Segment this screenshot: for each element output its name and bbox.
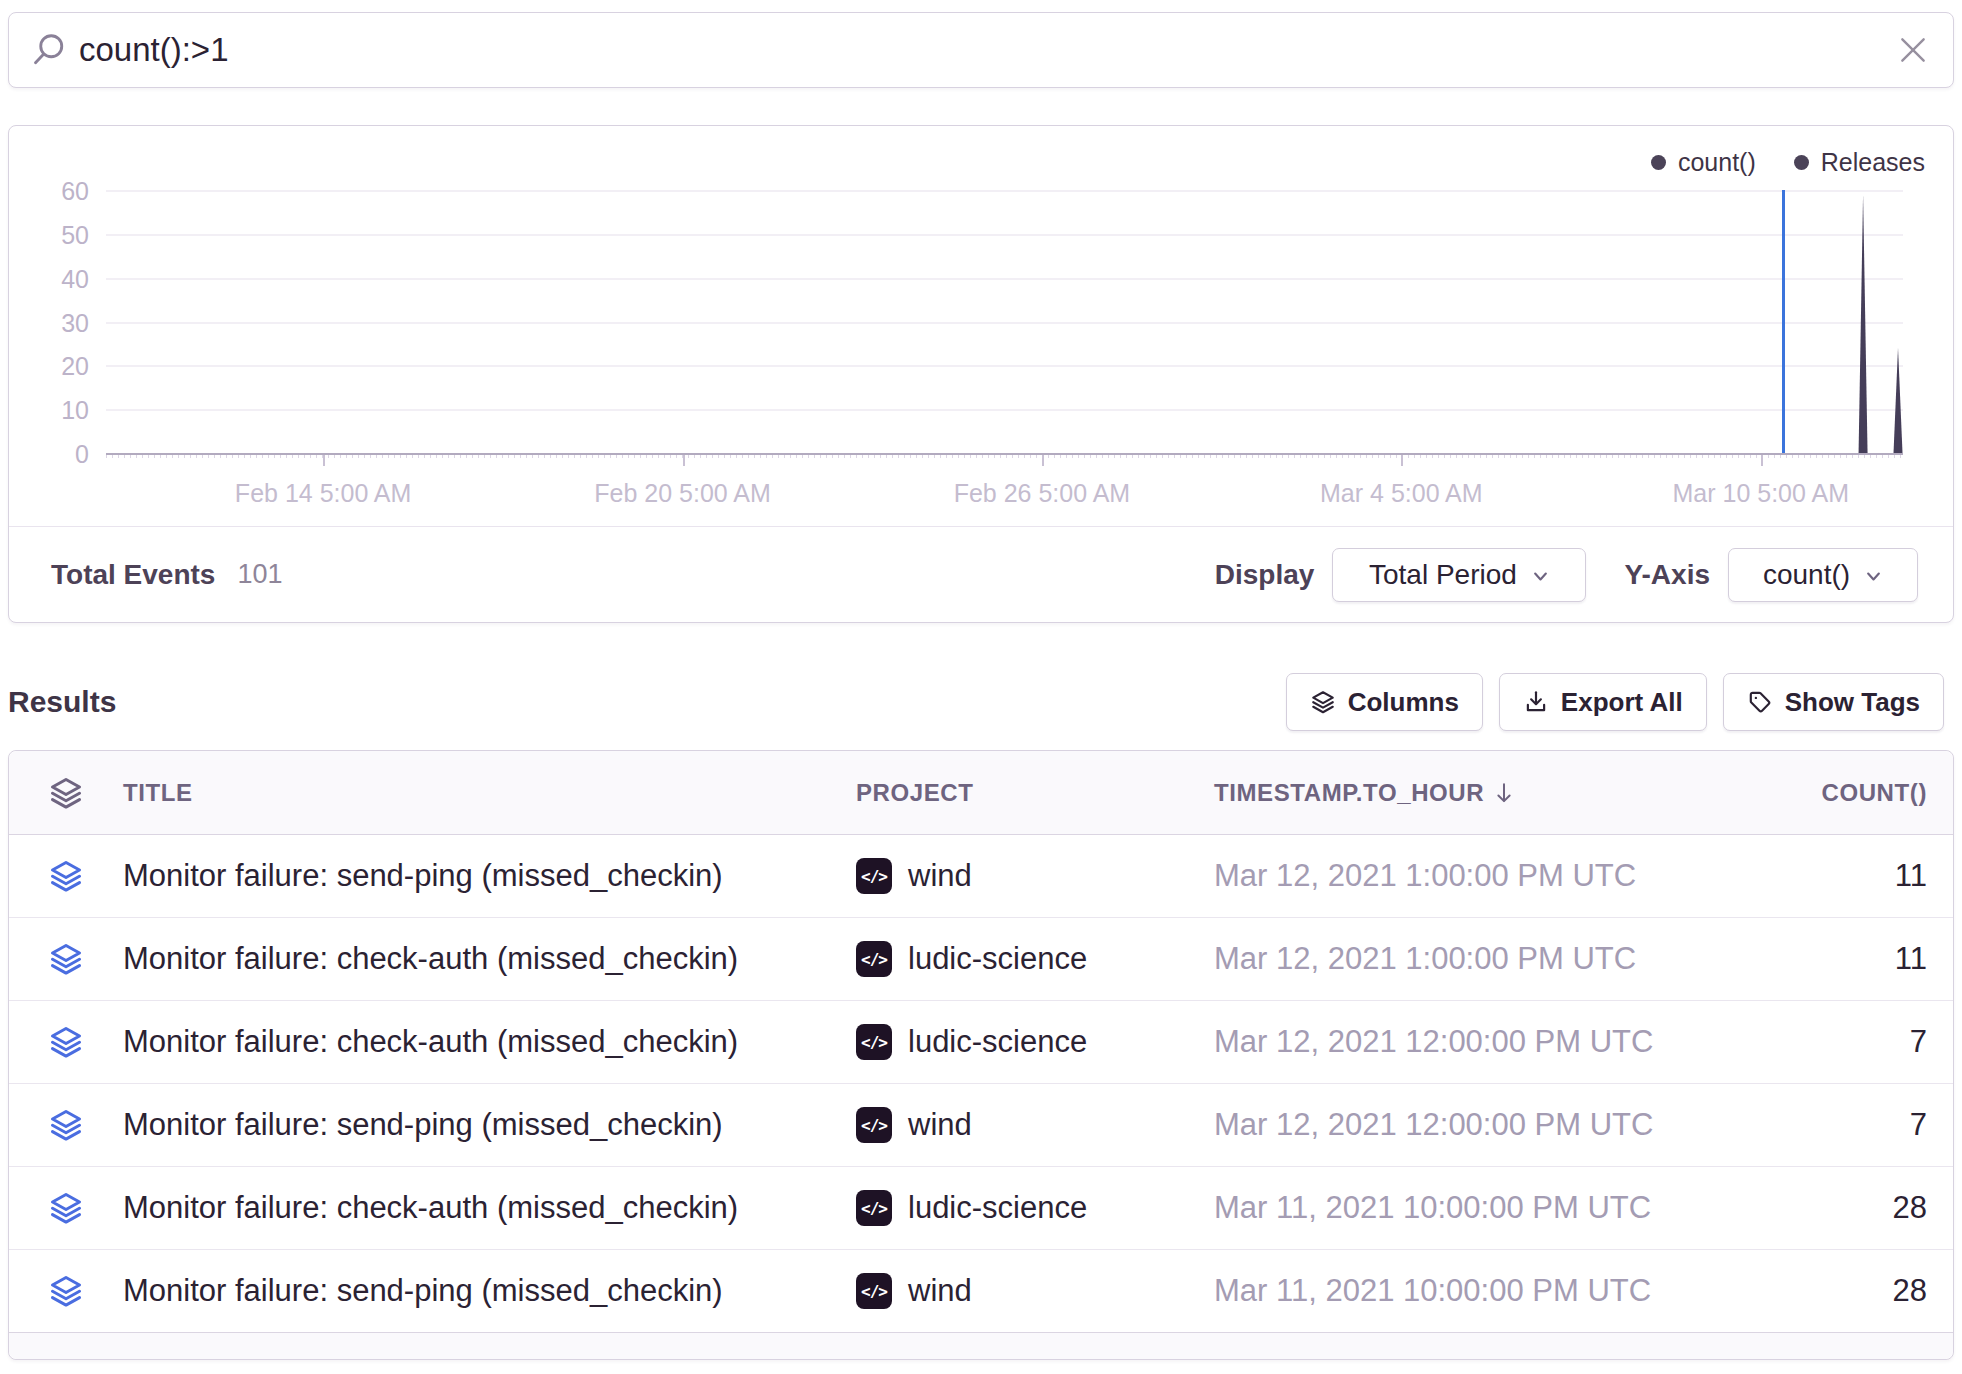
column-header-label: TIMESTAMP.TO_HOUR: [1214, 779, 1484, 807]
table-footer: [9, 1332, 1953, 1359]
row-title[interactable]: Monitor failure: send-ping (missed_check…: [123, 1107, 856, 1143]
row-project: </> wind: [856, 1273, 1214, 1309]
export-all-button[interactable]: Export All: [1499, 673, 1707, 731]
chart-controls: Display Total Period Y-Axis count(): [1215, 548, 1918, 602]
project-icon: </>: [856, 1107, 892, 1143]
table-header: TITLE PROJECT TIMESTAMP.TO_HOUR COUNT(): [9, 751, 1953, 835]
header-stack-icon-cell[interactable]: [9, 775, 123, 811]
display-dropdown[interactable]: Total Period: [1332, 548, 1586, 602]
stack-icon: [9, 1273, 123, 1309]
row-timestamp: Mar 12, 2021 1:00:00 PM UTC: [1214, 941, 1749, 977]
table-body: Monitor failure: send-ping (missed_check…: [9, 835, 1953, 1333]
sort-desc-arrow-icon: [1494, 780, 1514, 806]
discover-page: count():>1 count() Releases 010203040506…: [0, 0, 1962, 1374]
project-icon: </>: [856, 858, 892, 894]
project-name: wind: [908, 1273, 972, 1309]
results-header: Results Columns Export All Show Tags: [8, 670, 1944, 734]
project-icon: </>: [856, 941, 892, 977]
stack-icon: [9, 1107, 123, 1143]
row-count: 7: [1749, 1107, 1953, 1143]
columns-button[interactable]: Columns: [1286, 673, 1483, 731]
stack-icon: [48, 775, 84, 811]
chevron-down-icon: [1531, 567, 1550, 586]
column-header-count[interactable]: COUNT(): [1749, 779, 1953, 807]
stack-icon: [9, 1190, 123, 1226]
show-tags-button[interactable]: Show Tags: [1723, 673, 1944, 731]
project-name: ludic-science: [908, 1190, 1087, 1226]
chart-footer: Total Events 101 Display Total Period Y-…: [9, 527, 1953, 622]
row-title[interactable]: Monitor failure: send-ping (missed_check…: [123, 858, 856, 894]
yaxis-value: count(): [1763, 559, 1850, 591]
project-name: ludic-science: [908, 941, 1087, 977]
yaxis-label: Y-Axis: [1624, 559, 1710, 591]
row-title[interactable]: Monitor failure: check-auth (missed_chec…: [123, 941, 856, 977]
row-timestamp: Mar 12, 2021 1:00:00 PM UTC: [1214, 858, 1749, 894]
row-title[interactable]: Monitor failure: check-auth (missed_chec…: [123, 1190, 856, 1226]
download-icon: [1523, 689, 1549, 715]
button-label: Columns: [1348, 687, 1459, 718]
chevron-down-icon: [1864, 567, 1883, 586]
row-count: 28: [1749, 1190, 1953, 1226]
row-title[interactable]: Monitor failure: check-auth (missed_chec…: [123, 1024, 856, 1060]
display-label: Display: [1215, 559, 1315, 591]
row-timestamp: Mar 12, 2021 12:00:00 PM UTC: [1214, 1107, 1749, 1143]
layers-icon: [1310, 689, 1336, 715]
row-count: 11: [1749, 941, 1953, 977]
project-icon: </>: [856, 1273, 892, 1309]
row-timestamp: Mar 11, 2021 10:00:00 PM UTC: [1214, 1190, 1749, 1226]
yaxis-dropdown[interactable]: count(): [1728, 548, 1918, 602]
table-actions: Columns Export All Show Tags: [1286, 673, 1944, 731]
search-bar[interactable]: count():>1: [8, 12, 1954, 88]
project-name: wind: [908, 858, 972, 894]
stack-icon: [9, 858, 123, 894]
table-row: Monitor failure: send-ping (missed_check…: [9, 835, 1953, 918]
results-table: TITLE PROJECT TIMESTAMP.TO_HOUR COUNT() …: [8, 750, 1954, 1360]
row-count: 7: [1749, 1024, 1953, 1060]
table-row: Monitor failure: check-auth (missed_chec…: [9, 918, 1953, 1001]
column-header-timestamp[interactable]: TIMESTAMP.TO_HOUR: [1214, 779, 1749, 807]
row-title[interactable]: Monitor failure: send-ping (missed_check…: [123, 1273, 856, 1309]
row-project: </> ludic-science: [856, 941, 1214, 977]
project-name: ludic-science: [908, 1024, 1087, 1060]
row-timestamp: Mar 12, 2021 12:00:00 PM UTC: [1214, 1024, 1749, 1060]
project-icon: </>: [856, 1024, 892, 1060]
project-icon: </>: [856, 1190, 892, 1226]
results-heading: Results: [8, 685, 116, 719]
row-count: 11: [1749, 858, 1953, 894]
total-events-value: 101: [237, 559, 282, 590]
table-row: Monitor failure: send-ping (missed_check…: [9, 1250, 1953, 1333]
row-project: </> wind: [856, 858, 1214, 894]
row-timestamp: Mar 11, 2021 10:00:00 PM UTC: [1214, 1273, 1749, 1309]
search-icon: [31, 32, 67, 68]
search-input[interactable]: count():>1: [79, 31, 1897, 69]
total-events-label: Total Events: [51, 559, 215, 591]
button-label: Export All: [1561, 687, 1683, 718]
row-project: </> ludic-science: [856, 1190, 1214, 1226]
column-header-title[interactable]: TITLE: [123, 779, 856, 807]
stack-icon: [9, 1024, 123, 1060]
stack-icon: [9, 941, 123, 977]
row-project: </> ludic-science: [856, 1024, 1214, 1060]
tag-icon: [1747, 689, 1773, 715]
table-row: Monitor failure: check-auth (missed_chec…: [9, 1001, 1953, 1084]
row-count: 28: [1749, 1273, 1953, 1309]
table-row: Monitor failure: send-ping (missed_check…: [9, 1084, 1953, 1167]
chart-panel: count() Releases 0102030405060Feb 14 5:0…: [8, 125, 1954, 623]
column-header-project[interactable]: PROJECT: [856, 779, 1214, 807]
button-label: Show Tags: [1785, 687, 1920, 718]
table-row: Monitor failure: check-auth (missed_chec…: [9, 1167, 1953, 1250]
display-value: Total Period: [1369, 559, 1517, 591]
project-name: wind: [908, 1107, 972, 1143]
row-project: </> wind: [856, 1107, 1214, 1143]
clear-search-icon[interactable]: [1897, 34, 1929, 66]
